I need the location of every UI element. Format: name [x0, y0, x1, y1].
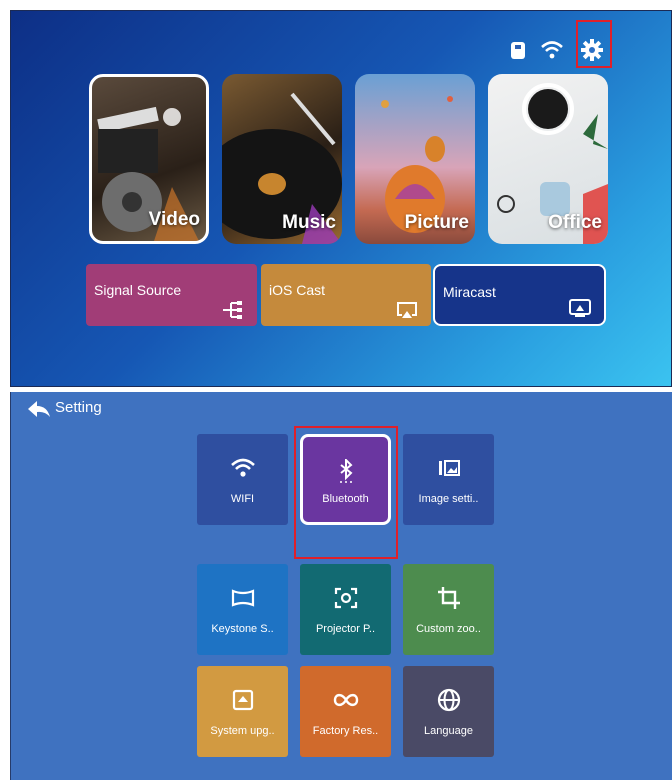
setting-label: Image setti.. [418, 493, 479, 505]
setting-label: Projector P.. [315, 623, 376, 635]
infinity-icon [333, 693, 358, 707]
setting-label: WIFI [230, 493, 255, 505]
signal-source-icon [223, 301, 242, 319]
settings-highlight-box [576, 20, 612, 68]
setting-label: Factory Res.. [312, 725, 379, 737]
picture-tile[interactable]: Picture [355, 74, 475, 244]
airplay-icon [397, 302, 417, 318]
settings-screen: Setting WIFI Bluetooth Image setti.. Key… [10, 392, 672, 780]
keystone-icon [231, 589, 254, 607]
wifi-setting-tile[interactable]: WIFI [197, 434, 288, 525]
upload-icon [232, 689, 253, 711]
image-settings-icon [438, 460, 460, 476]
video-tile[interactable]: Video [89, 74, 209, 244]
setting-label: System upg.. [210, 725, 275, 737]
globe-icon [437, 688, 460, 712]
projector-position-tile[interactable]: Projector P.. [300, 564, 391, 655]
custom-zoom-tile[interactable]: Custom zoo.. [403, 564, 494, 655]
wifi-icon [539, 37, 565, 63]
home-screen: Video Music Picture Office Signal Source… [10, 10, 672, 387]
page-title: Setting [55, 399, 102, 416]
action-label: Signal Source [94, 282, 182, 298]
tile-label: Picture [404, 212, 469, 233]
wifi-icon [230, 458, 255, 477]
miracast-button[interactable]: Miracast [433, 264, 606, 326]
signal-source-button[interactable]: Signal Source [86, 264, 257, 326]
setting-label: Keystone S.. [211, 623, 274, 635]
tile-label: Office [548, 212, 602, 233]
image-settings-tile[interactable]: Image setti.. [403, 434, 494, 525]
tile-label: Music [282, 212, 336, 233]
tile-label: Video [148, 209, 200, 230]
screen-mirror-icon [569, 299, 591, 317]
bluetooth-highlight-box [294, 426, 398, 559]
factory-reset-tile[interactable]: Factory Res.. [300, 666, 391, 757]
ios-cast-button[interactable]: iOS Cast [261, 264, 431, 326]
keystone-setting-tile[interactable]: Keystone S.. [197, 564, 288, 655]
setting-label: Language [424, 725, 473, 737]
music-tile[interactable]: Music [222, 74, 342, 244]
office-tile[interactable]: Office [488, 74, 608, 244]
projector-position-icon [334, 587, 357, 609]
action-label: Miracast [443, 284, 496, 300]
language-setting-tile[interactable]: Language [403, 666, 494, 757]
action-label: iOS Cast [269, 282, 326, 298]
back-arrow-icon[interactable] [27, 400, 51, 418]
crop-icon [437, 587, 460, 609]
setting-label: Custom zoo.. [416, 623, 481, 635]
usb-icon [505, 37, 531, 63]
system-upgrade-tile[interactable]: System upg.. [197, 666, 288, 757]
